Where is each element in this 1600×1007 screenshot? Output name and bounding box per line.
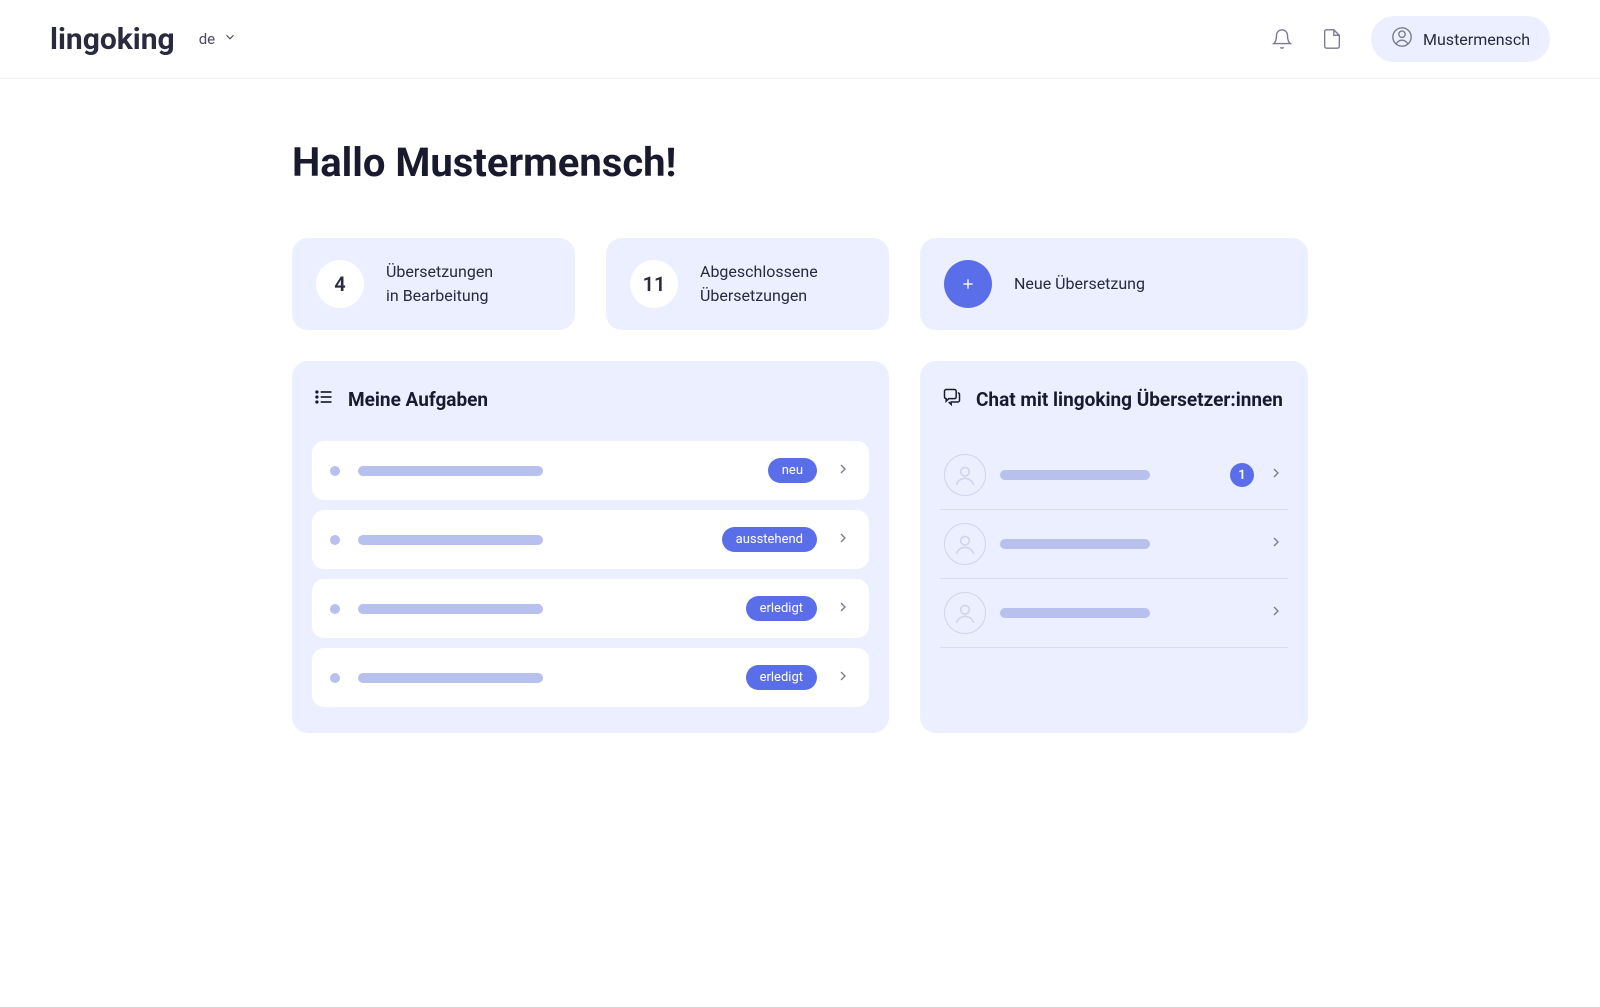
chat-placeholder (1000, 539, 1150, 549)
main-content: Hallo Mustermensch! 4 Übersetzungen in B… (292, 79, 1308, 793)
status-badge: ausstehend (722, 527, 817, 552)
avatar (944, 592, 986, 634)
tasks-title: Meine Aufgaben (348, 388, 488, 411)
stat-card-completed[interactable]: 11 Abgeschlossene Übersetzungen (606, 238, 889, 330)
bell-icon[interactable] (1271, 28, 1293, 50)
chat-item[interactable]: 1 (940, 441, 1288, 510)
status-badge: neu (768, 458, 817, 483)
status-badge: erledigt (746, 596, 817, 621)
chat-item[interactable] (940, 510, 1288, 579)
stat-label: Neue Übersetzung (1014, 272, 1145, 296)
task-dot (330, 604, 340, 614)
language-label: de (199, 30, 215, 48)
task-item[interactable]: erledigt (312, 579, 869, 638)
header-left: lingoking de (50, 22, 237, 57)
chat-placeholder (1000, 470, 1150, 480)
task-list: neu ausstehend erledigt (312, 441, 869, 707)
task-item[interactable]: erledigt (312, 648, 869, 707)
user-name: Mustermensch (1423, 30, 1530, 49)
status-badge: erledigt (746, 665, 817, 690)
new-translation-button[interactable]: Neue Übersetzung (920, 238, 1308, 330)
chevron-right-icon (835, 461, 851, 481)
logo[interactable]: lingoking (50, 22, 175, 57)
chat-item[interactable] (940, 579, 1288, 648)
stat-label: Übersetzungen in Bearbeitung (386, 260, 493, 308)
chat-placeholder (1000, 608, 1150, 618)
tasks-panel: Meine Aufgaben neu ausstehend (292, 361, 889, 733)
app-header: lingoking de Mustermensch (0, 0, 1600, 79)
chevron-right-icon (1268, 465, 1284, 485)
greeting-title: Hallo Mustermensch! (292, 139, 1308, 186)
language-selector[interactable]: de (199, 30, 237, 48)
task-placeholder (358, 466, 543, 476)
tasks-header: Meine Aufgaben (312, 387, 869, 411)
stat-value: 4 (316, 260, 364, 308)
content-row: Meine Aufgaben neu ausstehend (292, 361, 1308, 733)
chevron-right-icon (835, 668, 851, 688)
plus-icon (944, 260, 992, 308)
chevron-right-icon (835, 530, 851, 550)
task-dot (330, 535, 340, 545)
chat-title: Chat mit lingoking Übersetzer:innen (976, 388, 1283, 411)
stat-label: Abgeschlossene Übersetzungen (700, 260, 818, 308)
task-item[interactable]: ausstehend (312, 510, 869, 569)
chevron-right-icon (1268, 534, 1284, 554)
avatar (944, 523, 986, 565)
unread-badge: 1 (1230, 463, 1254, 487)
chevron-down-icon (223, 30, 237, 48)
stats-row: 4 Übersetzungen in Bearbeitung 11 Abgesc… (292, 238, 1308, 330)
stat-value: 11 (630, 260, 678, 308)
user-icon (1391, 26, 1413, 52)
header-right: Mustermensch (1271, 16, 1550, 62)
list-icon (314, 387, 334, 411)
chevron-right-icon (835, 599, 851, 619)
stat-card-in-progress[interactable]: 4 Übersetzungen in Bearbeitung (292, 238, 575, 330)
chat-panel: Chat mit lingoking Übersetzer:innen 1 (920, 361, 1308, 733)
task-item[interactable]: neu (312, 441, 869, 500)
document-icon[interactable] (1321, 28, 1343, 50)
task-dot (330, 673, 340, 683)
chat-icon (942, 387, 962, 411)
chevron-right-icon (1268, 603, 1284, 623)
avatar (944, 454, 986, 496)
task-placeholder (358, 535, 543, 545)
chat-list: 1 (940, 441, 1288, 648)
task-placeholder (358, 673, 543, 683)
task-dot (330, 466, 340, 476)
task-placeholder (358, 604, 543, 614)
user-menu[interactable]: Mustermensch (1371, 16, 1550, 62)
chat-header: Chat mit lingoking Übersetzer:innen (940, 387, 1288, 411)
